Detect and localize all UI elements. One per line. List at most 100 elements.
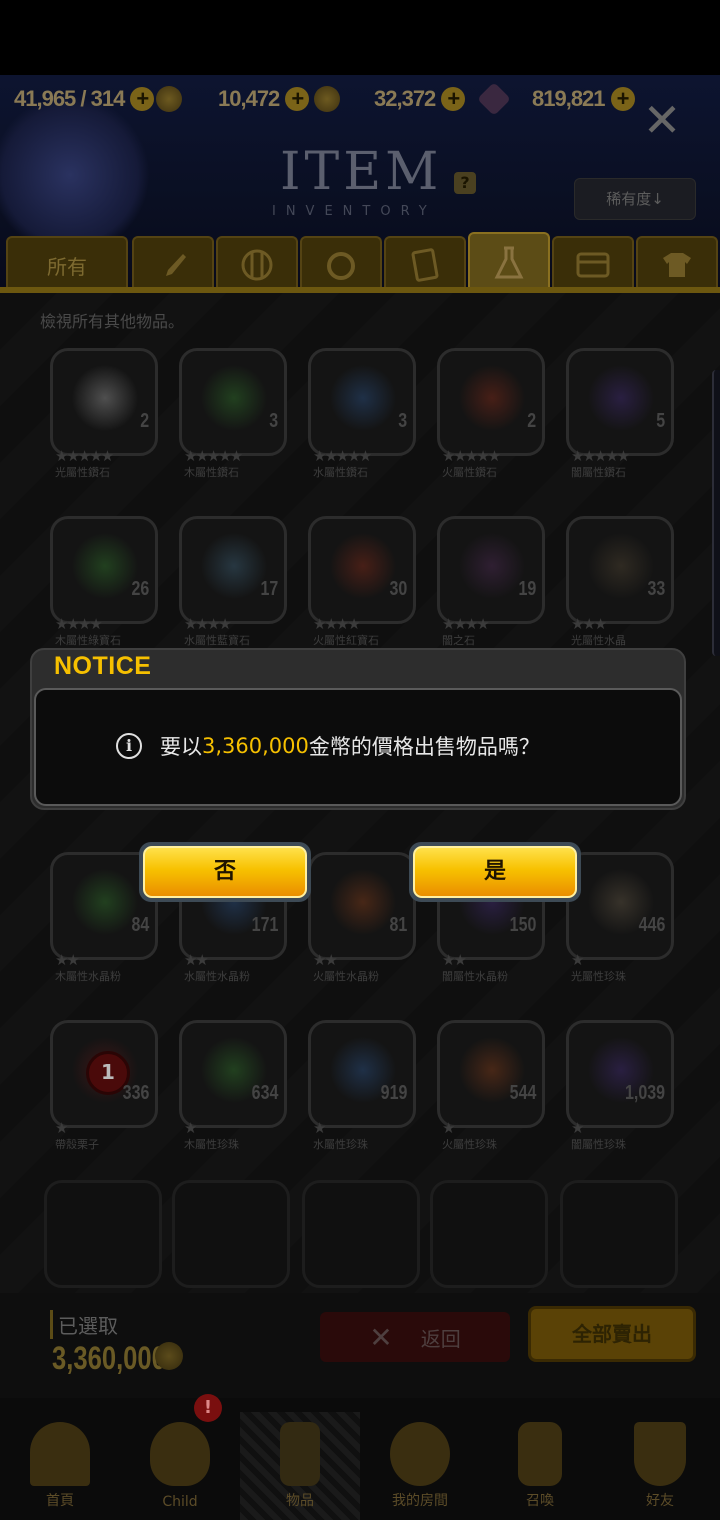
item-quantity: 17 <box>260 578 278 600</box>
tab-cards[interactable] <box>384 236 466 292</box>
crown-icon <box>390 1422 450 1486</box>
item-stars: ★★★★ <box>442 615 490 633</box>
tab-costumes[interactable] <box>636 236 718 292</box>
page-title: ITEM <box>280 142 443 202</box>
item-name: 火屬性鑽石 <box>442 466 497 479</box>
item-gem-icon <box>329 365 397 431</box>
item-gem-icon <box>71 869 139 935</box>
item-name: 火屬性水晶粉 <box>313 970 379 983</box>
item-gem-icon <box>587 533 655 599</box>
add-coins-button[interactable]: + <box>441 87 466 111</box>
tab-all[interactable]: 所有 <box>6 236 128 292</box>
card-icon <box>411 248 439 282</box>
item-gem-icon <box>329 869 397 935</box>
child-flame-icon <box>150 1422 210 1486</box>
close-icon[interactable]: ✕ <box>640 97 684 143</box>
nav-summon[interactable]: 召喚 <box>480 1412 600 1520</box>
item-slot[interactable]: 1,039 ★ 闇屬性珍珠 <box>566 1020 674 1151</box>
currency-stamina: 41,965 / 314 + <box>14 86 155 112</box>
item-slot[interactable]: 19 ★★★★ 闇之石 <box>437 516 545 647</box>
item-stars: ★★★★ <box>313 615 361 633</box>
nav-my-room[interactable]: 我的房間 <box>360 1412 480 1520</box>
nav-child[interactable]: Child <box>120 1412 240 1520</box>
no-button[interactable]: 否 <box>139 842 311 902</box>
category-hint: 檢視所有其他物品。 <box>40 312 185 331</box>
item-name: 闇屬性水晶粉 <box>442 970 508 983</box>
tab-shields[interactable] <box>216 236 298 292</box>
back-button[interactable]: ✕ 返回 <box>320 1312 510 1362</box>
sort-rarity-button[interactable]: 稀有度↓ <box>574 178 696 220</box>
message-suffix: 金幣的價格出售物品嗎？ <box>308 735 540 759</box>
sell-all-button[interactable]: 全部賣出 <box>528 1306 696 1362</box>
item-slot[interactable]: 81 ★★ 火屬性水晶粉 <box>308 852 416 983</box>
item-stars: ★★ <box>313 951 338 969</box>
item-quantity: 19 <box>518 578 536 600</box>
yes-button[interactable]: 是 <box>409 842 581 902</box>
nav-label: 我的房間 <box>392 1493 448 1509</box>
item-name: 帶殼栗子 <box>55 1138 99 1151</box>
item-slot[interactable]: 2 ★★★★★ 火屬性鑽石 <box>437 348 545 479</box>
knight-icon <box>280 1422 320 1486</box>
item-slot[interactable]: 5 ★★★★★ 闇屬性鑽石 <box>566 348 674 479</box>
add-stamina-button[interactable]: + <box>130 87 155 111</box>
item-quantity: 150 <box>509 914 536 936</box>
summon-bottle-icon <box>518 1422 562 1486</box>
item-quantity: 26 <box>131 578 149 600</box>
add-gold-button[interactable]: + <box>285 87 310 111</box>
gem-icon <box>477 82 511 116</box>
empty-slot <box>560 1180 678 1288</box>
tab-accessories[interactable] <box>300 236 382 292</box>
item-gem-icon <box>71 365 139 431</box>
item-slot[interactable]: 544 ★ 火屬性珍珠 <box>437 1020 545 1151</box>
currency-coins: 32,372 + <box>314 86 466 112</box>
home-icon <box>30 1422 90 1486</box>
item-name: 光屬性珍珠 <box>571 970 626 983</box>
info-icon: i <box>116 733 142 759</box>
nav-label: 物品 <box>286 1493 314 1509</box>
selected-label: 已選取 <box>50 1310 118 1339</box>
yes-button-label: 是 <box>413 846 577 898</box>
nav-items[interactable]: 物品 <box>240 1412 360 1520</box>
help-icon[interactable]: ? <box>454 172 476 194</box>
item-name: 火屬性紅寶石 <box>313 634 379 647</box>
item-stars: ★★ <box>184 951 209 969</box>
item-stars: ★★★ <box>571 615 607 633</box>
item-name: 木屬性珍珠 <box>184 1138 239 1151</box>
item-slot[interactable]: 634 ★ 木屬性珍珠 <box>179 1020 287 1151</box>
item-quantity: 3 <box>398 410 407 432</box>
item-name: 水屬性藍寶石 <box>184 634 250 647</box>
item-name: 木屬性鑽石 <box>184 466 239 479</box>
item-slot[interactable]: 2 ★★★★★ 光屬性鑽石 <box>50 348 158 479</box>
item-slot[interactable]: 1 336 ★ 帶殼栗子 <box>50 1020 158 1151</box>
currency-value: 10,472 <box>218 86 280 111</box>
selected-value: 3,360,000 <box>52 1340 166 1376</box>
item-slot[interactable]: 446 ★ 光屬性珍珠 <box>566 852 674 983</box>
item-stars: ★★ <box>442 951 467 969</box>
item-slot[interactable]: 3 ★★★★★ 水屬性鑽石 <box>308 348 416 479</box>
item-quantity: 33 <box>647 578 665 600</box>
item-slot[interactable]: 919 ★ 水屬性珍珠 <box>308 1020 416 1151</box>
tab-chests[interactable] <box>552 236 634 292</box>
item-stars: ★★★★★ <box>313 447 372 465</box>
item-name: 光屬性水晶 <box>571 634 626 647</box>
tab-consumables[interactable] <box>468 232 550 292</box>
add-gems-button[interactable]: + <box>610 87 635 111</box>
scrollbar[interactable] <box>712 370 720 656</box>
item-stars: ★★★★ <box>55 615 103 633</box>
item-slot[interactable]: 30 ★★★★ 火屬性紅寶石 <box>308 516 416 647</box>
item-slot[interactable]: 17 ★★★★ 水屬性藍寶石 <box>179 516 287 647</box>
nav-friends[interactable]: 好友 <box>600 1412 720 1520</box>
item-slot[interactable]: 26 ★★★★ 木屬性綠寶石 <box>50 516 158 647</box>
item-quantity: 30 <box>389 578 407 600</box>
nav-home[interactable]: 首頁 <box>0 1412 120 1520</box>
item-slot[interactable]: 33 ★★★ 光屬性水晶 <box>566 516 674 647</box>
item-quantity: 2 <box>527 410 536 432</box>
item-stars: ★ <box>571 1119 585 1137</box>
message-prefix: 要以 <box>160 735 202 759</box>
item-name: 光屬性鑽石 <box>55 466 110 479</box>
message-amount: 3,360,000 <box>202 734 309 758</box>
item-slot[interactable]: 3 ★★★★★ 木屬性鑽石 <box>179 348 287 479</box>
item-stars: ★★★★★ <box>571 447 630 465</box>
dialog-message: i 要以 3,360,000 金幣的價格出售物品嗎？ <box>116 730 540 762</box>
tab-weapons[interactable] <box>132 236 214 292</box>
